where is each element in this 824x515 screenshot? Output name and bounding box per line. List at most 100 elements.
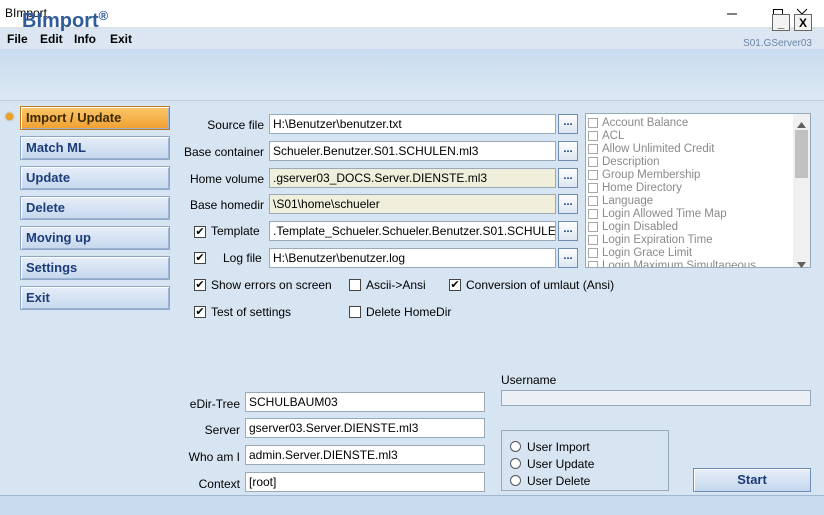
attribute-checkbox[interactable] <box>588 156 598 167</box>
user-update-label: User Update <box>527 457 595 471</box>
attribute-checkbox[interactable] <box>588 208 598 219</box>
log-file-browse-button[interactable]: ... <box>558 248 578 268</box>
source-file-browse-button[interactable]: ... <box>558 114 578 134</box>
attribute-list-scroll-thumb[interactable] <box>795 130 808 178</box>
start-button[interactable]: Start <box>693 468 811 492</box>
attribute-item[interactable]: Language <box>588 194 653 207</box>
nav-exit[interactable]: Exit <box>20 286 170 310</box>
attribute-item[interactable]: Login Disabled <box>588 220 678 233</box>
checkmark-icon: ✔ <box>195 252 205 264</box>
attribute-item[interactable]: Home Directory <box>588 181 682 194</box>
test-settings-label: Test of settings <box>211 305 292 319</box>
attribute-list[interactable]: Account Balance ACL Allow Unlimited Cred… <box>585 113 811 268</box>
active-bullet-icon <box>6 113 13 120</box>
scroll-down-icon[interactable] <box>797 257 806 271</box>
base-container-input[interactable]: Schueler.Benutzer.S01.SCHULEN.ml3 <box>269 141 556 161</box>
show-errors-label: Show errors on screen <box>211 278 332 292</box>
window-minimize-button[interactable] <box>710 0 754 28</box>
attribute-item[interactable]: Account Balance <box>588 116 688 129</box>
attribute-checkbox[interactable] <box>588 234 598 245</box>
attribute-checkbox[interactable] <box>588 182 598 193</box>
home-volume-label: Home volume <box>189 172 264 186</box>
menu-info[interactable]: Info <box>74 32 96 46</box>
show-errors-checkbox[interactable]: ✔ <box>194 279 206 291</box>
attribute-checkbox[interactable] <box>588 260 598 267</box>
attribute-checkbox[interactable] <box>588 195 598 206</box>
who-am-i-field: admin.Server.DIENSTE.ml3 <box>245 445 485 465</box>
header-minimize-button[interactable]: _ <box>772 14 790 31</box>
menu-exit[interactable]: Exit <box>110 32 132 46</box>
conversion-umlaut-checkbox[interactable]: ✔ <box>449 279 461 291</box>
source-file-input[interactable]: H:\Benutzer\benutzer.txt <box>269 114 556 134</box>
delete-homedir-label: Delete HomeDir <box>366 305 452 319</box>
delete-homedir-checkbox[interactable] <box>349 306 361 318</box>
home-volume-browse-button[interactable]: ... <box>558 168 578 188</box>
header-close-button[interactable]: X <box>794 14 812 31</box>
menu-file[interactable]: File <box>7 32 28 46</box>
template-label: Template <box>211 224 260 238</box>
home-volume-input[interactable]: .gserver03_DOCS.Server.DIENSTE.ml3 <box>269 168 556 188</box>
base-homedir-browse-button[interactable]: ... <box>558 194 578 214</box>
nav-import-update[interactable]: Import / Update <box>20 106 170 130</box>
app-title: BImport® <box>22 8 109 32</box>
template-checkbox[interactable]: ✔ <box>194 226 206 238</box>
log-file-input[interactable]: H:\Benutzer\benutzer.log <box>269 248 556 268</box>
attribute-item[interactable]: ACL <box>588 129 624 142</box>
username-label: Username <box>501 373 557 387</box>
attribute-item[interactable]: Group Membership <box>588 168 700 181</box>
nav-moving-up[interactable]: Moving up <box>20 226 170 250</box>
nav-match-ml[interactable]: Match ML <box>20 136 170 160</box>
app-header <box>0 49 824 101</box>
test-settings-checkbox[interactable]: ✔ <box>194 306 206 318</box>
minimize-icon <box>727 13 737 15</box>
attribute-item[interactable]: Description <box>588 155 660 168</box>
checkmark-icon: ✔ <box>195 226 205 238</box>
username-input[interactable] <box>501 390 811 406</box>
attribute-item[interactable]: Login Allowed Time Map <box>588 207 727 220</box>
nav-settings[interactable]: Settings <box>20 256 170 280</box>
attribute-checkbox[interactable] <box>588 169 598 180</box>
registered-mark: ® <box>98 8 109 23</box>
attribute-checkbox[interactable] <box>588 130 598 141</box>
nav-update[interactable]: Update <box>20 166 170 190</box>
base-container-browse-button[interactable]: ... <box>558 141 578 161</box>
attribute-item[interactable]: Login Maximum Simultaneous <box>588 259 756 267</box>
user-delete-label: User Delete <box>527 474 591 488</box>
attribute-item[interactable]: Allow Unlimited Credit <box>588 142 714 155</box>
edir-tree-field: SCHULBAUM03 <box>245 392 485 412</box>
user-delete-radio[interactable] <box>510 475 521 486</box>
server-label: Server <box>204 423 240 437</box>
base-container-label: Base container <box>183 145 264 159</box>
ascii-ansi-checkbox[interactable] <box>349 279 361 291</box>
attribute-item[interactable]: Login Expiration Time <box>588 233 713 246</box>
user-import-label: User Import <box>527 440 590 454</box>
context-label: Context <box>198 477 240 491</box>
source-file-label: Source file <box>207 118 264 132</box>
attribute-item[interactable]: Login Grace Limit <box>588 246 692 259</box>
context-field: [root] <box>245 472 485 492</box>
server-id-label: S01.GServer03 <box>743 38 812 49</box>
nav-delete[interactable]: Delete <box>20 196 170 220</box>
scroll-up-icon[interactable] <box>797 117 806 131</box>
user-import-radio[interactable] <box>510 441 521 452</box>
attribute-checkbox[interactable] <box>588 117 598 128</box>
checkmark-icon: ✔ <box>450 279 460 291</box>
ascii-ansi-label: Ascii->Ansi <box>366 278 426 292</box>
user-update-radio[interactable] <box>510 458 521 469</box>
conversion-umlaut-label: Conversion of umlaut (Ansi) <box>466 278 615 292</box>
window-titlebar <box>0 0 824 28</box>
template-browse-button[interactable]: ... <box>558 221 578 241</box>
edir-tree-label: eDir-Tree <box>189 397 240 411</box>
checkmark-icon: ✔ <box>195 306 205 318</box>
checkmark-icon: ✔ <box>195 279 205 291</box>
attribute-checkbox[interactable] <box>588 143 598 154</box>
base-homedir-input[interactable]: \S01\home\schueler <box>269 194 556 214</box>
template-input[interactable]: .Template_Schueler.Schueler.Benutzer.S01… <box>269 221 556 241</box>
log-file-label: Log file <box>223 251 262 265</box>
log-file-checkbox[interactable]: ✔ <box>194 252 206 264</box>
server-field: gserver03.Server.DIENSTE.ml3 <box>245 418 485 438</box>
menu-edit[interactable]: Edit <box>40 32 63 46</box>
attribute-checkbox[interactable] <box>588 247 598 258</box>
attribute-checkbox[interactable] <box>588 221 598 232</box>
who-am-i-label: Who am I <box>188 450 240 464</box>
